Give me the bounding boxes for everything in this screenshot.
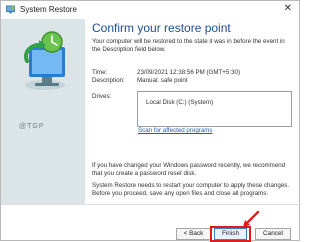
restart-note: System Restore needs to restart your com… bbox=[92, 182, 290, 197]
system-restore-illustration-icon bbox=[24, 31, 65, 90]
page-description: Your computer will be restored to the st… bbox=[92, 38, 285, 53]
watermark: @TGP bbox=[19, 123, 45, 130]
system-restore-icon bbox=[6, 5, 15, 14]
time-label: Time: bbox=[92, 69, 108, 76]
finish-highlight bbox=[210, 226, 251, 242]
description-value: Manual: safe point bbox=[137, 77, 188, 84]
drive-item[interactable]: Local Disk (C:) (System) bbox=[146, 99, 213, 106]
close-button[interactable]: ✕ bbox=[284, 3, 292, 14]
cancel-button[interactable]: Cancel bbox=[255, 228, 291, 240]
time-value: 23/09/2021 12:38:56 PM (GMT+5:30) bbox=[137, 69, 241, 76]
description-label: Description: bbox=[92, 77, 125, 84]
scan-for-affected-programs-link[interactable]: Scan for affected programs bbox=[138, 127, 213, 134]
window-title: System Restore bbox=[20, 5, 77, 14]
page-title: Confirm your restore point bbox=[92, 21, 231, 35]
title-bar: System Restore ✕ bbox=[1, 1, 299, 19]
drives-list[interactable]: Local Disk (C:) (System) bbox=[137, 91, 292, 127]
system-restore-window: System Restore ✕ @TGP Confirm your resto… bbox=[0, 0, 301, 242]
drives-label: Drives: bbox=[92, 93, 112, 100]
left-panel: @TGP bbox=[1, 19, 85, 204]
password-note: If you have changed your Windows passwor… bbox=[92, 162, 286, 177]
footer-divider bbox=[1, 204, 301, 205]
back-button[interactable]: < Back bbox=[176, 228, 211, 240]
